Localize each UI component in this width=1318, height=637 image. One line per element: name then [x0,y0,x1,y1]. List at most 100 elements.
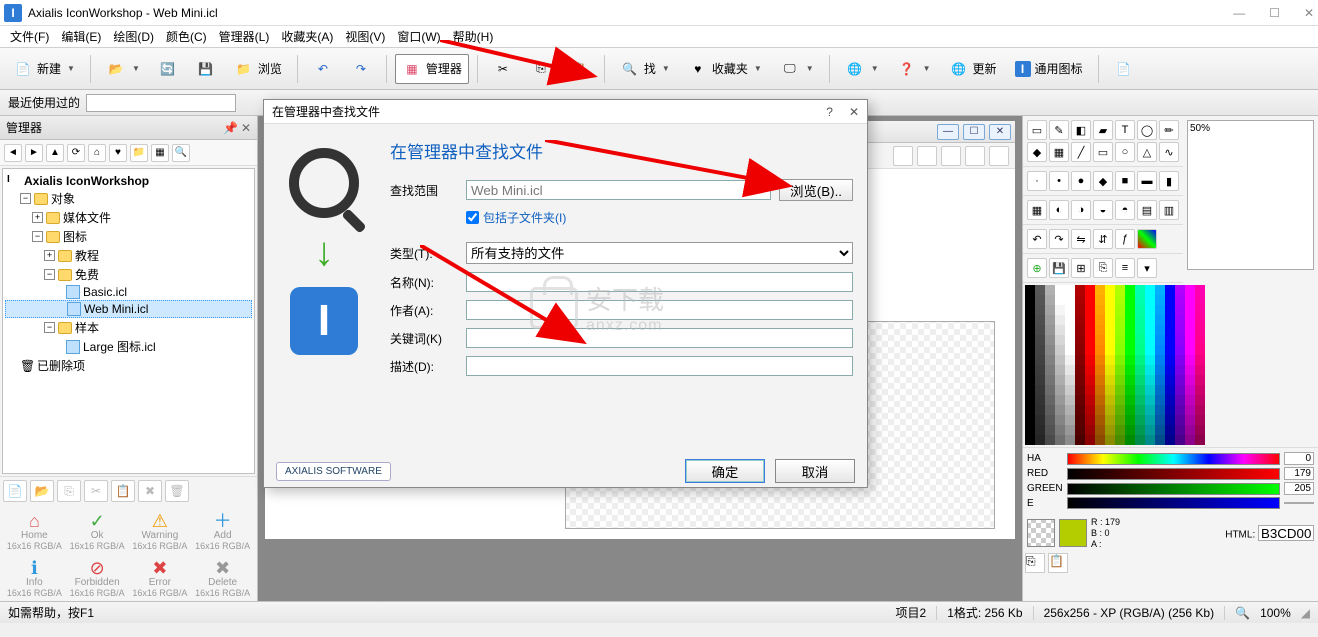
color-swatch[interactable] [1125,305,1135,315]
color-swatch[interactable] [1135,315,1145,325]
flip-v-icon[interactable]: ⇵ [1093,229,1113,249]
color-swatch[interactable] [1165,355,1175,365]
swatch-add-icon[interactable]: ⊞ [1071,258,1091,278]
action-icon[interactable]: ⎘ [57,480,81,502]
fx-icon[interactable]: ◒ [1093,200,1113,220]
color-swatch[interactable] [1195,395,1205,405]
color-swatch[interactable] [1165,395,1175,405]
author-input[interactable] [466,300,853,320]
color-swatch[interactable] [1165,335,1175,345]
color-swatch[interactable] [1065,415,1075,425]
color-swatch[interactable] [1115,405,1125,415]
close-button[interactable]: ✕ [1304,6,1314,20]
color-swatch[interactable] [1095,385,1105,395]
color-swatch[interactable] [1105,295,1115,305]
icon-cell[interactable]: ✓Ok16x16 RGB/A [67,509,128,554]
color-swatch[interactable] [1035,335,1045,345]
color-swatch[interactable] [1155,355,1165,365]
color-swatch[interactable] [1125,385,1135,395]
color-swatch[interactable] [1135,425,1145,435]
color-swatch[interactable] [1045,295,1055,305]
color-swatch[interactable] [1035,425,1045,435]
color-swatch[interactable] [1185,345,1195,355]
color-swatch[interactable] [1025,355,1035,365]
color-swatch[interactable] [1195,355,1205,365]
color-swatch[interactable] [1085,405,1095,415]
action-icon[interactable]: 📄 [3,480,27,502]
fx-f-icon[interactable]: ƒ [1115,229,1135,249]
color-swatch[interactable] [1115,395,1125,405]
color-swatch[interactable] [1055,425,1065,435]
color-swatch[interactable] [1165,415,1175,425]
action-icon[interactable]: ✂ [84,480,108,502]
dialog-help-button[interactable]: ? [826,105,833,119]
color-swatch[interactable] [1175,395,1185,405]
color-swatch[interactable] [1195,335,1205,345]
tree-item[interactable]: +教程 [5,246,252,265]
menu-help[interactable]: 帮助(H) [453,28,494,45]
color-swatch[interactable] [1135,385,1145,395]
color-swatch[interactable] [1145,405,1155,415]
rotate-right-icon[interactable]: ↷ [1049,229,1069,249]
html-color-input[interactable] [1258,525,1314,541]
save-button[interactable]: 💾 [189,54,223,84]
color-swatch[interactable] [1075,435,1085,445]
view-icon[interactable]: ▦ [151,144,169,162]
tree-item[interactable]: Basic.icl [5,284,252,300]
color-swatch[interactable] [1155,315,1165,325]
color-swatch[interactable] [1085,385,1095,395]
name-input[interactable] [466,272,853,292]
color-swatch[interactable] [1115,435,1125,445]
color-swatch[interactable] [1065,355,1075,365]
menu-edit[interactable]: 编辑(E) [61,28,101,45]
green-slider[interactable] [1067,483,1280,495]
size-icon[interactable]: · [1027,171,1047,191]
update-button[interactable]: 🌐更新 [942,54,1004,84]
color-swatch[interactable] [1125,295,1135,305]
color-swatch[interactable] [1135,355,1145,365]
color-swatch[interactable] [1115,365,1125,375]
color-swatch[interactable] [1105,345,1115,355]
color-swatch[interactable] [1175,295,1185,305]
sidebar-close-icon[interactable]: ✕ [241,121,251,135]
color-swatch[interactable] [1085,305,1095,315]
color-swatch[interactable] [1125,345,1135,355]
color-swatch[interactable] [1045,285,1055,295]
color-swatch[interactable] [1115,325,1125,335]
refresh-tree-icon[interactable]: ⟳ [67,144,85,162]
color-swatch[interactable] [1065,385,1075,395]
minimize-button[interactable]: — [1233,6,1245,20]
color-swatch[interactable] [1035,325,1045,335]
hue-slider[interactable] [1067,453,1280,465]
color-swatch[interactable] [1155,365,1165,375]
color-swatch[interactable] [1125,375,1135,385]
color-swatch[interactable] [1155,425,1165,435]
fx-icon[interactable]: ◑ [1071,200,1091,220]
color-swatch[interactable] [1135,335,1145,345]
color-swatch[interactable] [1085,365,1095,375]
cut-button[interactable]: ✂ [486,54,520,84]
color-swatch[interactable] [1055,375,1065,385]
color-swatch[interactable] [1075,425,1085,435]
color-swatch[interactable] [1165,375,1175,385]
color-swatch[interactable] [1195,295,1205,305]
dialog-titlebar[interactable]: 在管理器中查找文件 ? ✕ [264,100,867,124]
color-swatch[interactable] [1175,375,1185,385]
color-swatch[interactable] [1115,415,1125,425]
color-swatch[interactable] [1165,305,1175,315]
color-swatch[interactable] [1185,335,1195,345]
color-swatch[interactable] [1135,435,1145,445]
select-tool-icon[interactable]: ▭ [1027,120,1047,140]
color-swatch[interactable] [1055,305,1065,315]
color-swatch[interactable] [1115,315,1125,325]
color-swatch[interactable] [1075,325,1085,335]
blue-slider[interactable] [1067,497,1280,509]
color-swatch[interactable] [1155,375,1165,385]
fx-icon[interactable]: ▥ [1159,200,1179,220]
color-swatch[interactable] [1125,395,1135,405]
color-swatch[interactable] [1155,305,1165,315]
color-swatch[interactable] [1165,325,1175,335]
doc-close-button[interactable]: ✕ [989,124,1011,140]
color-swatch[interactable] [1045,415,1055,425]
color-swatch[interactable] [1125,415,1135,425]
